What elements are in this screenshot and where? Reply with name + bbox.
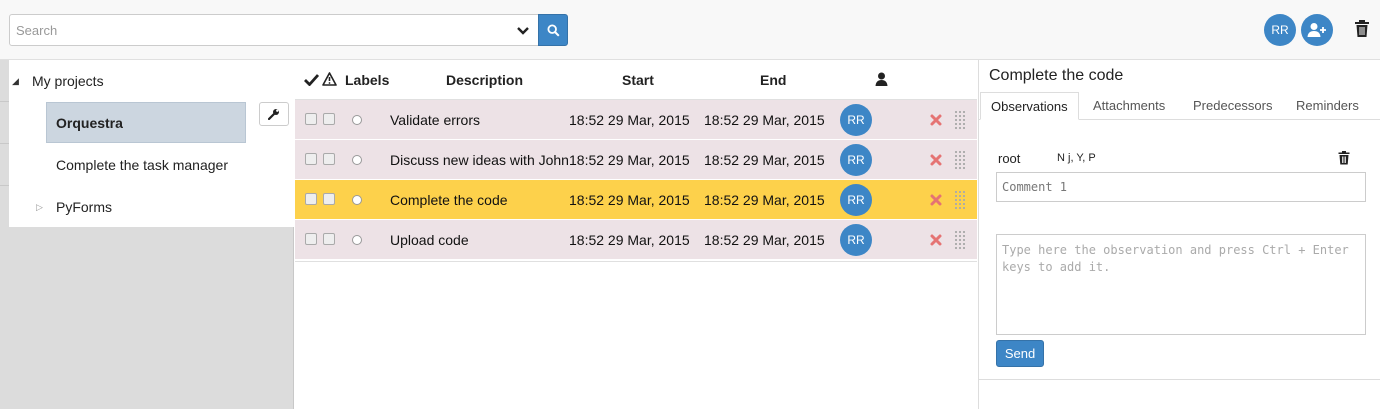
label-radio[interactable] — [352, 155, 362, 165]
delete-task-icon[interactable] — [929, 193, 943, 207]
start-header[interactable]: Start — [622, 72, 654, 88]
drag-handle-icon[interactable] — [954, 110, 966, 130]
top-bar: RR — [0, 0, 1380, 60]
observation-date: N j, Y, P — [1057, 152, 1096, 164]
project-tree: ◢ My projects Orquestra Complete the tas… — [0, 60, 294, 227]
detail-tabs: Observations Attachments Predecessors Re… — [979, 92, 1380, 120]
project-settings-button[interactable] — [259, 102, 289, 126]
task-detail-panel: Complete the code Observations Attachmen… — [978, 60, 1380, 409]
delete-task-icon[interactable] — [929, 113, 943, 127]
search-input[interactable] — [10, 15, 510, 45]
table-row[interactable]: Upload code 18:52 29 Mar, 2015 18:52 29 Ma… — [295, 220, 977, 260]
tree-item-pyforms[interactable]: ▷ PyForms — [9, 186, 294, 228]
task-end: 18:52 29 Mar, 2015 — [704, 192, 825, 208]
done-checkbox[interactable] — [305, 153, 317, 165]
label-radio[interactable] — [352, 235, 362, 245]
task-user-avatar[interactable]: RR — [840, 184, 872, 216]
task-start: 18:52 29 Mar, 2015 — [569, 232, 690, 248]
tab-observations[interactable]: Observations — [980, 92, 1079, 120]
task-description: Validate errors — [390, 112, 481, 128]
label-radio[interactable] — [352, 115, 362, 125]
tree-item-label: Orquestra — [56, 115, 123, 131]
end-header[interactable]: End — [760, 72, 786, 88]
warning-checkbox[interactable] — [323, 233, 335, 245]
table-row[interactable]: Discuss new ideas with John 18:52 29 Mar,… — [295, 140, 977, 180]
warning-checkbox[interactable] — [323, 153, 335, 165]
task-start: 18:52 29 Mar, 2015 — [569, 192, 690, 208]
labels-header[interactable]: Labels — [345, 72, 389, 88]
tree-gutter — [0, 60, 9, 227]
task-end: 18:52 29 Mar, 2015 — [704, 112, 825, 128]
task-end: 18:52 29 Mar, 2015 — [704, 232, 825, 248]
observation-user: root — [998, 151, 1021, 166]
tree-item-complete-task-manager[interactable]: Complete the task manager — [9, 144, 294, 186]
chevron-down-icon[interactable] — [516, 24, 530, 38]
search-icon — [546, 23, 560, 37]
warning-icon[interactable] — [322, 72, 337, 86]
task-start: 18:52 29 Mar, 2015 — [569, 112, 690, 128]
drag-handle-icon[interactable] — [954, 190, 966, 210]
description-header[interactable]: Description — [446, 72, 523, 88]
task-user-avatar[interactable]: RR — [840, 224, 872, 256]
drag-handle-icon[interactable] — [954, 230, 966, 250]
delete-observation-icon[interactable] — [1338, 151, 1350, 165]
expanded-triangle-icon[interactable]: ◢ — [12, 76, 19, 87]
tab-predecessors[interactable]: Predecessors — [1183, 92, 1282, 120]
user-avatar[interactable]: RR — [1264, 14, 1296, 46]
tree-item-label: PyForms — [56, 199, 112, 215]
drag-handle-icon[interactable] — [954, 150, 966, 170]
done-checkbox[interactable] — [305, 113, 317, 125]
collapsed-triangle-icon[interactable]: ▷ — [36, 202, 43, 213]
search-button[interactable] — [538, 14, 568, 46]
wrench-icon — [268, 109, 279, 120]
add-user-button[interactable] — [1301, 14, 1333, 46]
task-description: Complete the code — [390, 192, 508, 208]
label-radio[interactable] — [352, 195, 362, 205]
warning-checkbox[interactable] — [323, 113, 335, 125]
task-description: Upload code — [390, 232, 469, 248]
task-table: Labels Description Start End Validate er… — [295, 60, 977, 409]
task-detail-title: Complete the code — [989, 67, 1124, 84]
send-button[interactable]: Send — [996, 340, 1044, 367]
task-description: Discuss new ideas with John — [390, 152, 569, 168]
search-box — [9, 14, 539, 46]
task-user-avatar[interactable]: RR — [840, 104, 872, 136]
table-header: Labels Description Start End — [295, 60, 977, 100]
tree-item-my-projects[interactable]: ◢ My projects — [9, 60, 294, 102]
project-panel: ◢ My projects Orquestra Complete the tas… — [0, 60, 294, 409]
tree-item-label: Complete the task manager — [56, 157, 228, 173]
trash-icon[interactable] — [1354, 20, 1370, 38]
delete-task-icon[interactable] — [929, 233, 943, 247]
new-observation-input[interactable] — [996, 234, 1366, 335]
tree-item-label: My projects — [32, 73, 104, 89]
warning-checkbox[interactable] — [323, 193, 335, 205]
delete-task-icon[interactable] — [929, 153, 943, 167]
tab-reminders[interactable]: Reminders — [1286, 92, 1369, 120]
task-user-avatar[interactable]: RR — [840, 144, 872, 176]
observation-comment: Comment 1 — [996, 172, 1366, 202]
tab-attachments[interactable]: Attachments — [1083, 92, 1175, 120]
task-start: 18:52 29 Mar, 2015 — [569, 152, 690, 168]
table-empty-area — [295, 261, 977, 409]
task-end: 18:52 29 Mar, 2015 — [704, 152, 825, 168]
check-icon[interactable] — [304, 73, 319, 86]
user-icon — [875, 72, 888, 86]
tree-item-orquestra[interactable]: Orquestra — [9, 102, 294, 144]
panel-divider — [979, 379, 1380, 380]
done-checkbox[interactable] — [305, 233, 317, 245]
table-row[interactable]: Complete the code 18:52 29 Mar, 2015 18:52… — [295, 180, 977, 220]
done-checkbox[interactable] — [305, 193, 317, 205]
user-plus-icon — [1307, 23, 1326, 37]
table-row[interactable]: Validate errors 18:52 29 Mar, 2015 18:52 2… — [295, 100, 977, 140]
